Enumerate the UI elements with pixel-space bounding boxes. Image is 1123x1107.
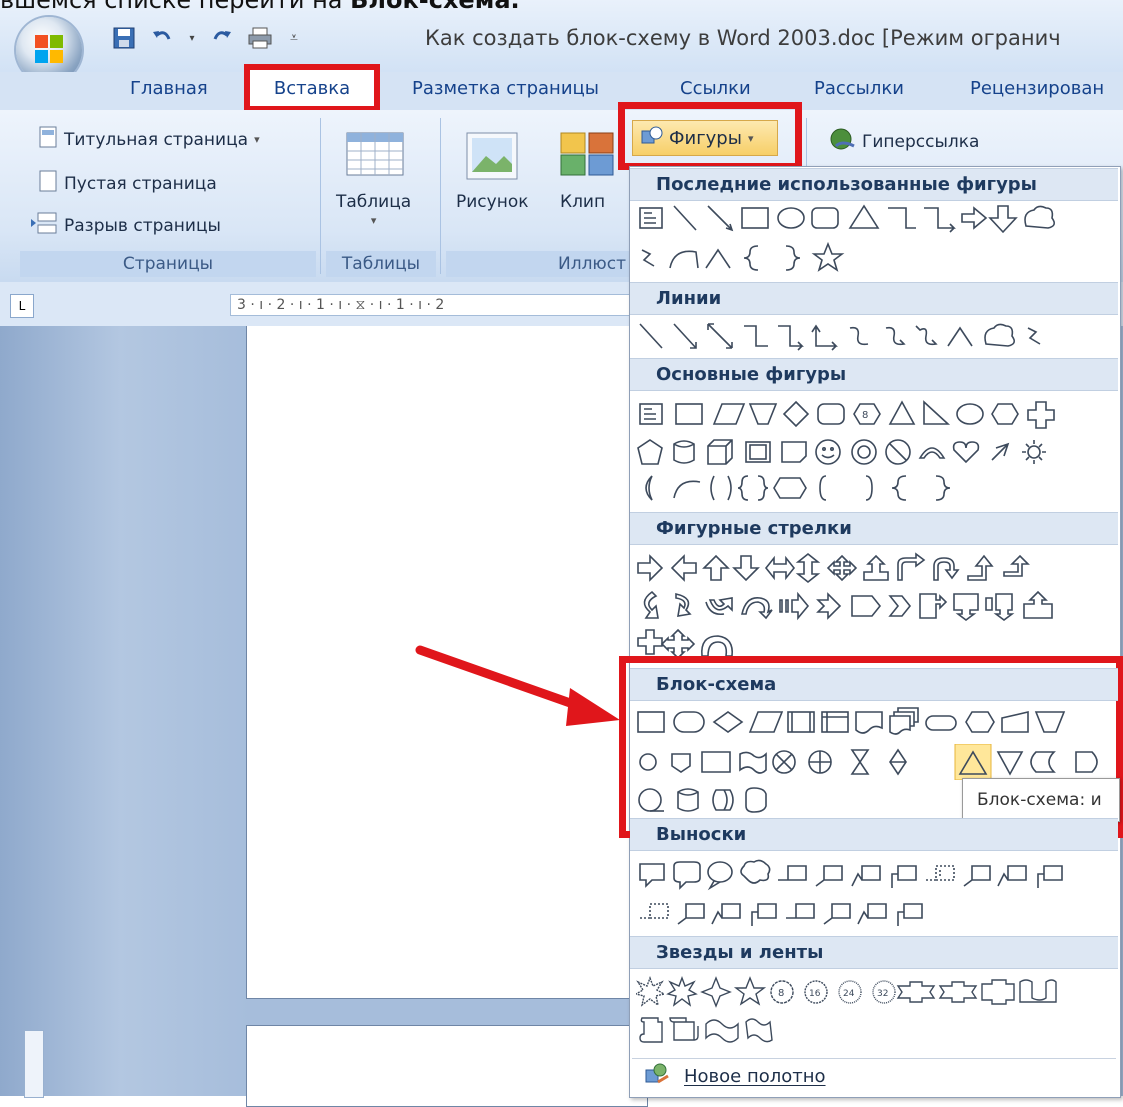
recent-shapes-row[interactable]	[636, 200, 1116, 236]
cover-page-icon	[38, 126, 58, 153]
section-flowchart: Блок-схема	[630, 668, 1118, 701]
redo-icon[interactable]	[208, 24, 236, 52]
customize-icon[interactable]: ⩡	[284, 24, 304, 52]
tab-home[interactable]: Главная	[130, 78, 208, 99]
group-label-illustrations: Иллюст	[446, 251, 636, 277]
table-button[interactable]: Таблица ▾	[336, 192, 411, 227]
red-arrow-icon	[415, 645, 620, 726]
print-icon[interactable]	[246, 24, 274, 52]
svg-text:24: 24	[843, 989, 855, 999]
tab-stop-selector[interactable]: L	[10, 294, 34, 318]
recent-shapes-row[interactable]	[636, 240, 1116, 276]
section-recent-shapes: Последние использованные фигуры	[630, 168, 1118, 201]
page-break-icon	[30, 212, 58, 239]
chevron-down-icon[interactable]: ▾	[186, 24, 198, 52]
tab-insert[interactable]: Вставка	[244, 64, 380, 112]
chevron-down-icon: ▾	[254, 133, 260, 146]
tab-references[interactable]: Ссылки	[680, 78, 751, 99]
svg-text:16: 16	[809, 989, 821, 999]
callouts-row[interactable]	[636, 856, 1116, 892]
section-stars-banners: Звезды и ленты	[630, 936, 1118, 969]
flowchart-row[interactable]	[636, 704, 1116, 740]
svg-text:8: 8	[778, 988, 784, 999]
blank-page-button[interactable]: Пустая страница	[38, 170, 217, 197]
undo-icon[interactable]	[148, 24, 176, 52]
horizontal-ruler: 3 · ı · 2 · ı · 1 · ı · ⧖ · ı · 1 · ı · …	[230, 294, 630, 316]
group-label-pages: Страницы	[20, 251, 316, 277]
group-label-tables: Таблицы	[326, 251, 436, 277]
document-page-next[interactable]	[246, 1025, 648, 1107]
basic-shapes-row[interactable]: 8	[636, 396, 1116, 432]
block-arrows-row[interactable]	[636, 588, 1116, 624]
svg-text:8: 8	[862, 410, 868, 421]
drawing-canvas-icon	[644, 1062, 670, 1091]
basic-shapes-row[interactable]	[636, 434, 1116, 470]
group-separator	[440, 118, 441, 274]
section-lines: Линии	[630, 282, 1118, 315]
shapes-icon	[641, 125, 663, 152]
clipart-icon	[560, 132, 616, 180]
block-arrows-row[interactable]	[636, 550, 1116, 586]
clipart-button[interactable]: Клип	[560, 192, 605, 212]
flowchart-row[interactable]	[636, 743, 1116, 781]
picture-icon	[466, 132, 518, 184]
section-basic-shapes: Основные фигуры	[630, 358, 1118, 391]
quick-access-toolbar: ▾ ⩡	[110, 24, 304, 52]
lines-row[interactable]	[636, 318, 1116, 354]
group-separator	[320, 118, 321, 274]
stars-row[interactable]	[636, 1012, 1116, 1048]
tab-review[interactable]: Рецензирован	[970, 78, 1104, 99]
basic-shapes-row[interactable]	[636, 470, 1116, 506]
page-break-button[interactable]: Разрыв страницы	[30, 212, 221, 239]
window-title: Как создать блок-схему в Word 2003.doc […	[425, 26, 1061, 50]
tab-page-layout[interactable]: Разметка страницы	[412, 78, 599, 99]
office-logo-icon	[35, 35, 63, 63]
callouts-row[interactable]	[636, 894, 1116, 930]
new-canvas-button[interactable]: Новое полотно	[632, 1058, 1116, 1094]
tab-mailings[interactable]: Рассылки	[814, 78, 904, 99]
instruction-caption: вшемся списке перейти на Блок-схема.	[0, 0, 520, 14]
table-icon	[346, 132, 404, 180]
vertical-scrollbar[interactable]	[24, 1030, 44, 1098]
stars-row[interactable]: 8 16 24 32	[634, 974, 1116, 1010]
section-block-arrows: Фигурные стрелки	[630, 512, 1118, 545]
picture-button[interactable]: Рисунок	[456, 192, 529, 212]
shapes-button[interactable]: Фигуры ▾	[632, 120, 778, 156]
cover-page-button[interactable]: Титульная страница ▾	[38, 126, 260, 153]
save-icon[interactable]	[110, 24, 138, 52]
hyperlink-button[interactable]: Гиперссылка	[830, 128, 979, 155]
hyperlink-icon	[830, 128, 856, 155]
svg-text:32: 32	[877, 989, 888, 999]
shape-tooltip: Блок-схема: и	[962, 778, 1120, 822]
blank-page-icon	[38, 170, 58, 197]
chevron-down-icon: ▾	[370, 214, 377, 227]
chevron-down-icon: ▾	[747, 131, 754, 145]
section-callouts: Выноски	[630, 818, 1118, 851]
